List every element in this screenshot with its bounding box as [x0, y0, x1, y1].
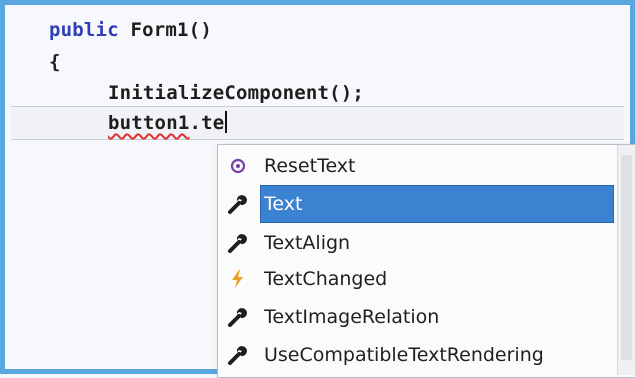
completion-item[interactable]: UseCompatibleTextRendering: [218, 336, 614, 374]
code-line-3: InitializeComponent();: [108, 82, 364, 104]
completion-item-label: ResetText: [264, 155, 356, 177]
completion-item[interactable]: TextChanged: [218, 260, 614, 298]
constructor-signature: Form1(): [118, 19, 212, 41]
wrench-icon: [227, 232, 249, 254]
completion-item-label: TextAlign: [264, 232, 351, 254]
completion-item[interactable]: TextAlign: [218, 224, 614, 262]
code-line-2: {: [49, 51, 61, 73]
selection-highlight: [260, 185, 614, 223]
completion-item-label: UseCompatibleTextRendering: [264, 344, 544, 366]
initialize-call: InitializeComponent();: [108, 82, 365, 104]
identifier-button1: button1: [108, 112, 190, 134]
completion-item-label: Text: [264, 193, 303, 215]
completion-item[interactable]: Text: [218, 185, 614, 223]
wrench-icon: [227, 193, 249, 215]
screenshot-frame: public Form1() { InitializeComponent(); …: [0, 0, 635, 378]
scrollbar-thumb[interactable]: [621, 155, 632, 360]
lightning-icon: [227, 268, 249, 290]
typed-member-prefix: .te: [189, 112, 225, 134]
code-line-4: button1.te: [108, 111, 228, 134]
open-brace: {: [49, 51, 61, 73]
completion-item[interactable]: ResetText: [218, 147, 614, 185]
keyword-public: public: [49, 19, 119, 41]
wrench-icon: [227, 306, 249, 328]
completion-item-label: TextImageRelation: [264, 306, 440, 328]
intellisense-completion-list[interactable]: ResetText Text TextAlign TextChanged TextIma…: [217, 144, 635, 378]
code-line-1: public Form1(): [49, 19, 212, 41]
wrench-icon: [227, 344, 249, 366]
completion-item[interactable]: TextImageRelation: [218, 298, 614, 336]
completion-item-label: TextChanged: [264, 268, 388, 290]
text-caret: [225, 111, 228, 133]
method-icon: [227, 155, 249, 177]
completion-scrollbar[interactable]: [617, 145, 635, 375]
current-line-highlight: [11, 106, 624, 140]
